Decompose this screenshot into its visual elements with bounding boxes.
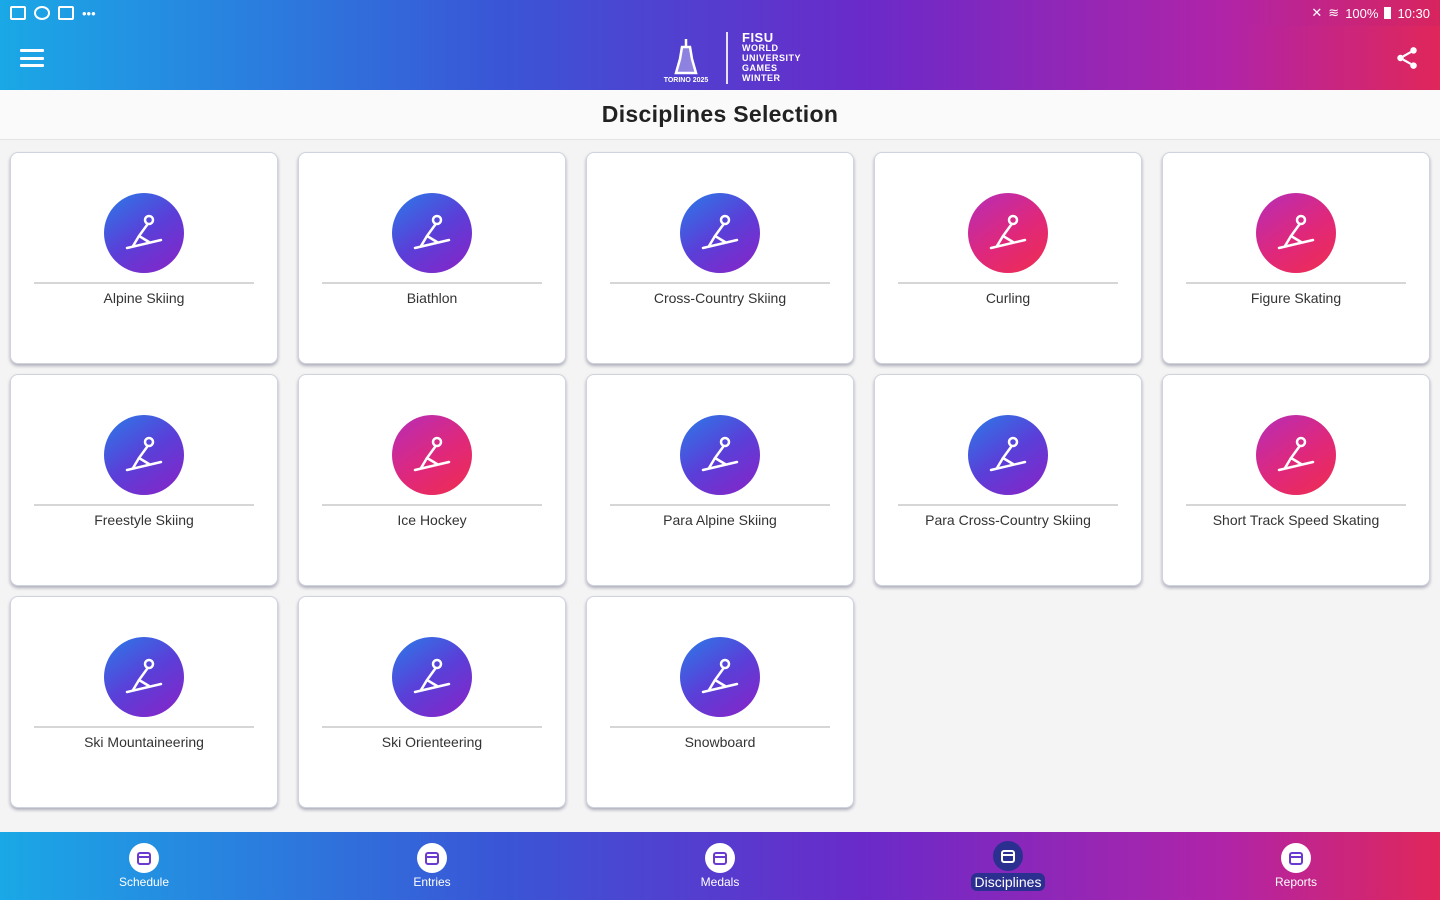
- list-icon: [993, 841, 1023, 871]
- discipline-label: Figure Skating: [1250, 290, 1342, 306]
- gallery-icon: [10, 6, 26, 20]
- nav-reports[interactable]: Reports: [1152, 832, 1440, 900]
- wifi-icon: ≋: [1328, 5, 1340, 20]
- discipline-label: Ski Orienteering: [381, 734, 483, 750]
- people-icon: [417, 843, 447, 873]
- logo-text: FISU WORLD UNIVERSITY GAMES WINTER: [742, 30, 802, 83]
- logo-winter: WINTER: [742, 73, 781, 83]
- card-divider: [34, 282, 254, 284]
- discipline-card[interactable]: Curling: [874, 152, 1142, 364]
- discipline-label: Short Track Speed Skating: [1212, 512, 1380, 528]
- page-title: Disciplines Selection: [601, 101, 839, 127]
- freestyle-skiing-icon: [104, 415, 184, 495]
- edit-icon: [58, 6, 74, 20]
- nav-label: Reports: [1274, 875, 1318, 889]
- share-icon[interactable]: [1394, 45, 1420, 71]
- discipline-card[interactable]: Freestyle Skiing: [10, 374, 278, 586]
- card-divider: [322, 726, 542, 728]
- discipline-card[interactable]: Biathlon: [298, 152, 566, 364]
- battery-level: 100%: [1345, 5, 1379, 21]
- biathlon-icon: [392, 193, 472, 273]
- title-bar: Disciplines Selection: [0, 90, 1440, 140]
- logo-world: WORLD: [742, 43, 779, 53]
- logo-fisu: FISU: [742, 30, 774, 45]
- report-icon: [1281, 843, 1311, 873]
- mute-icon: ✕: [1311, 5, 1323, 20]
- card-divider: [610, 726, 830, 728]
- torino-logo-icon: TORINO 2025: [660, 32, 712, 84]
- discipline-label: Biathlon: [406, 290, 458, 306]
- medal-icon: [705, 843, 735, 873]
- nav-medals[interactable]: Medals: [576, 832, 864, 900]
- discipline-card[interactable]: Ski Mountaineering: [10, 596, 278, 808]
- discipline-card[interactable]: Ski Orienteering: [298, 596, 566, 808]
- card-divider: [610, 504, 830, 506]
- card-divider: [34, 504, 254, 506]
- discipline-card[interactable]: Para Cross-Country Skiing: [874, 374, 1142, 586]
- discipline-card[interactable]: Snowboard: [586, 596, 854, 808]
- logo-games: GAMES: [742, 63, 778, 73]
- logo-city: TORINO 2025: [663, 77, 709, 84]
- nav-label: Entries: [413, 875, 451, 889]
- logo-university: UNIVERSITY: [742, 53, 802, 63]
- mole-antonelliana-icon: [674, 39, 698, 75]
- discipline-label: Alpine Skiing: [103, 290, 185, 306]
- card-divider: [898, 282, 1118, 284]
- battery-icon: [1384, 7, 1392, 19]
- alpine-skiing-icon: [104, 193, 184, 273]
- card-divider: [1186, 282, 1406, 284]
- calendar-icon: [129, 843, 159, 873]
- card-divider: [1186, 504, 1406, 506]
- snowboard-icon: [680, 637, 760, 717]
- hamburger-menu-icon[interactable]: [20, 49, 44, 67]
- discipline-card[interactable]: Figure Skating: [1162, 152, 1430, 364]
- discipline-card[interactable]: Short Track Speed Skating: [1162, 374, 1430, 586]
- para-cross-country-skiing-icon: [968, 415, 1048, 495]
- logo-divider: [726, 32, 728, 84]
- discipline-label: Cross-Country Skiing: [653, 290, 787, 306]
- card-divider: [34, 726, 254, 728]
- nav-entries[interactable]: Entries: [288, 832, 576, 900]
- event-logo: TORINO 2025 FISU WORLD UNIVERSITY GAMES …: [660, 30, 801, 86]
- para-alpine-skiing-icon: [680, 415, 760, 495]
- card-divider: [322, 282, 542, 284]
- discipline-card[interactable]: Ice Hockey: [298, 374, 566, 586]
- discipline-card[interactable]: Para Alpine Skiing: [586, 374, 854, 586]
- more-notifications-icon: •••: [82, 5, 96, 21]
- discipline-label: Para Alpine Skiing: [663, 512, 777, 528]
- curling-icon: [968, 193, 1048, 273]
- discipline-card[interactable]: Alpine Skiing: [10, 152, 278, 364]
- nav-disciplines[interactable]: Disciplines: [864, 832, 1152, 900]
- discipline-label: Para Cross-Country Skiing: [925, 512, 1091, 528]
- disciplines-grid: Alpine Skiing Biathlon Cross-Country Skiin…: [10, 152, 1432, 808]
- card-divider: [610, 282, 830, 284]
- clock: 10:30: [1397, 5, 1430, 21]
- discipline-label: Freestyle Skiing: [94, 512, 194, 528]
- ski-orienteering-icon: [392, 637, 472, 717]
- cross-country-skiing-icon: [680, 193, 760, 273]
- short-track-icon: [1256, 415, 1336, 495]
- discipline-label: Ski Mountaineering: [84, 734, 204, 750]
- nav-schedule[interactable]: Schedule: [0, 832, 288, 900]
- discipline-card[interactable]: Cross-Country Skiing: [586, 152, 854, 364]
- nav-label: Schedule: [118, 875, 170, 889]
- nav-label: Medals: [700, 875, 740, 889]
- ice-hockey-icon: [392, 415, 472, 495]
- figure-skating-icon: [1256, 193, 1336, 273]
- card-divider: [322, 504, 542, 506]
- status-system: ✕ ≋ 100% 10:30: [1311, 5, 1430, 21]
- chrome-icon: [34, 6, 50, 20]
- nav-label: Disciplines: [970, 873, 1046, 891]
- discipline-label: Ice Hockey: [397, 512, 467, 528]
- status-notifications: •••: [10, 6, 96, 21]
- status-bar: ••• ✕ ≋ 100% 10:30: [0, 0, 1440, 26]
- card-divider: [898, 504, 1118, 506]
- ski-mountaineering-icon: [104, 637, 184, 717]
- discipline-label: Snowboard: [684, 734, 756, 750]
- bottom-navigation: Schedule Entries Medals Disciplines Reports: [0, 832, 1440, 900]
- discipline-label: Curling: [985, 290, 1031, 306]
- app-bar: TORINO 2025 FISU WORLD UNIVERSITY GAMES …: [0, 26, 1440, 90]
